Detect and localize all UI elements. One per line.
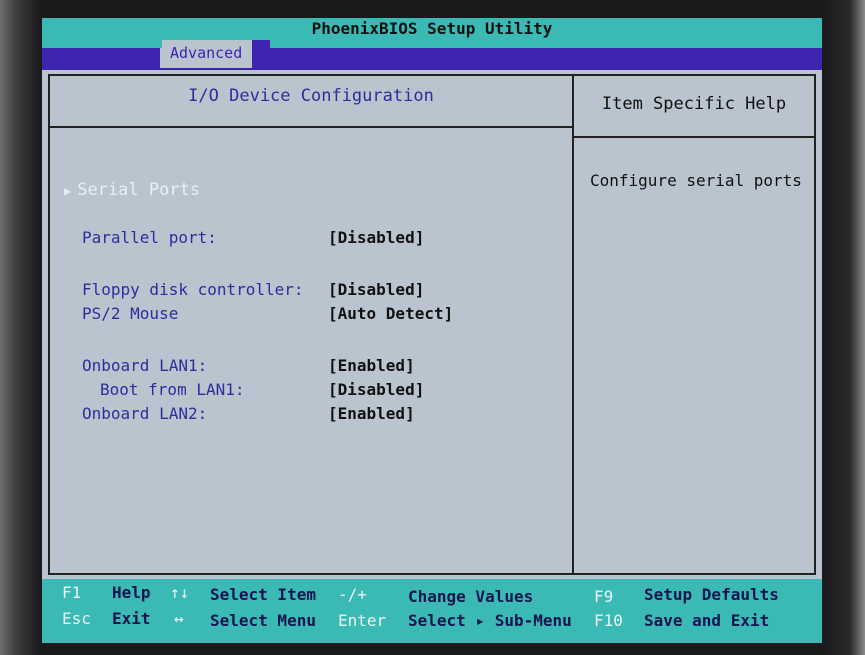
f9-label: Setup Defaults: [644, 585, 779, 604]
item-boot-lan1-value[interactable]: [Disabled]: [328, 380, 424, 399]
f9-key: F9: [594, 587, 614, 606]
divider-vertical: [572, 76, 574, 573]
f1-label: Help: [112, 583, 151, 602]
enter-key: Enter: [338, 611, 387, 630]
submenu-serial-ports[interactable]: ▶ Serial Ports: [64, 180, 200, 200]
item-parallel-port-value[interactable]: [Disabled]: [328, 228, 424, 247]
updown-arrows-icon: ↑↓: [170, 583, 190, 602]
section-title: I/O Device Configuration: [188, 86, 434, 106]
main-frame: I/O Device Configuration Item Specific H…: [48, 74, 816, 575]
title-bar: PhoenixBIOS Setup Utility: [42, 18, 822, 40]
esc-label: Exit: [112, 609, 151, 628]
f10-label: Save and Exit: [644, 611, 770, 630]
leftright-label: Select Menu: [210, 611, 316, 630]
item-floppy-label: Floppy disk controller:: [82, 280, 304, 299]
submenu-arrow-icon: ▶: [64, 184, 72, 198]
esc-key: Esc: [62, 609, 91, 628]
item-ps2-mouse-label: PS/2 Mouse: [82, 304, 179, 323]
help-text: Configure serial ports: [590, 171, 802, 190]
item-lan2-value[interactable]: [Enabled]: [328, 404, 415, 423]
item-lan2-label: Onboard LAN2:: [82, 404, 208, 423]
item-boot-lan1-label: Boot from LAN1:: [100, 380, 245, 399]
bios-screen: PhoenixBIOS Setup Utility Advanced I/O D…: [42, 18, 822, 643]
item-ps2-mouse-value[interactable]: [Auto Detect]: [328, 304, 453, 323]
f1-key: F1: [62, 583, 82, 602]
key-help-footer: F1 Help ↑↓ Select Item -/+ Change Values…: [42, 579, 822, 643]
tab-advanced[interactable]: Advanced: [160, 40, 253, 68]
app-title: PhoenixBIOS Setup Utility: [311, 19, 553, 38]
item-floppy-value[interactable]: [Disabled]: [328, 280, 424, 299]
menu-strip-left: [42, 40, 162, 48]
leftright-arrows-icon: ↔: [174, 609, 184, 628]
updown-label: Select Item: [210, 585, 316, 604]
help-title: Item Specific Help: [601, 94, 787, 114]
item-parallel-port-label: Parallel port:: [82, 228, 217, 247]
enter-label: Select ▸ Sub-Menu: [408, 611, 572, 630]
minus-plus-label: Change Values: [408, 587, 534, 606]
menu-strip-right: [270, 40, 822, 48]
minus-plus-key: -/+: [338, 585, 367, 604]
item-lan1-label: Onboard LAN1:: [82, 356, 208, 375]
divider-main-header: [50, 126, 572, 128]
f10-key: F10: [594, 611, 623, 630]
submenu-label: Serial Ports: [77, 180, 201, 200]
divider-help-header: [574, 136, 814, 138]
item-lan1-value[interactable]: [Enabled]: [328, 356, 415, 375]
